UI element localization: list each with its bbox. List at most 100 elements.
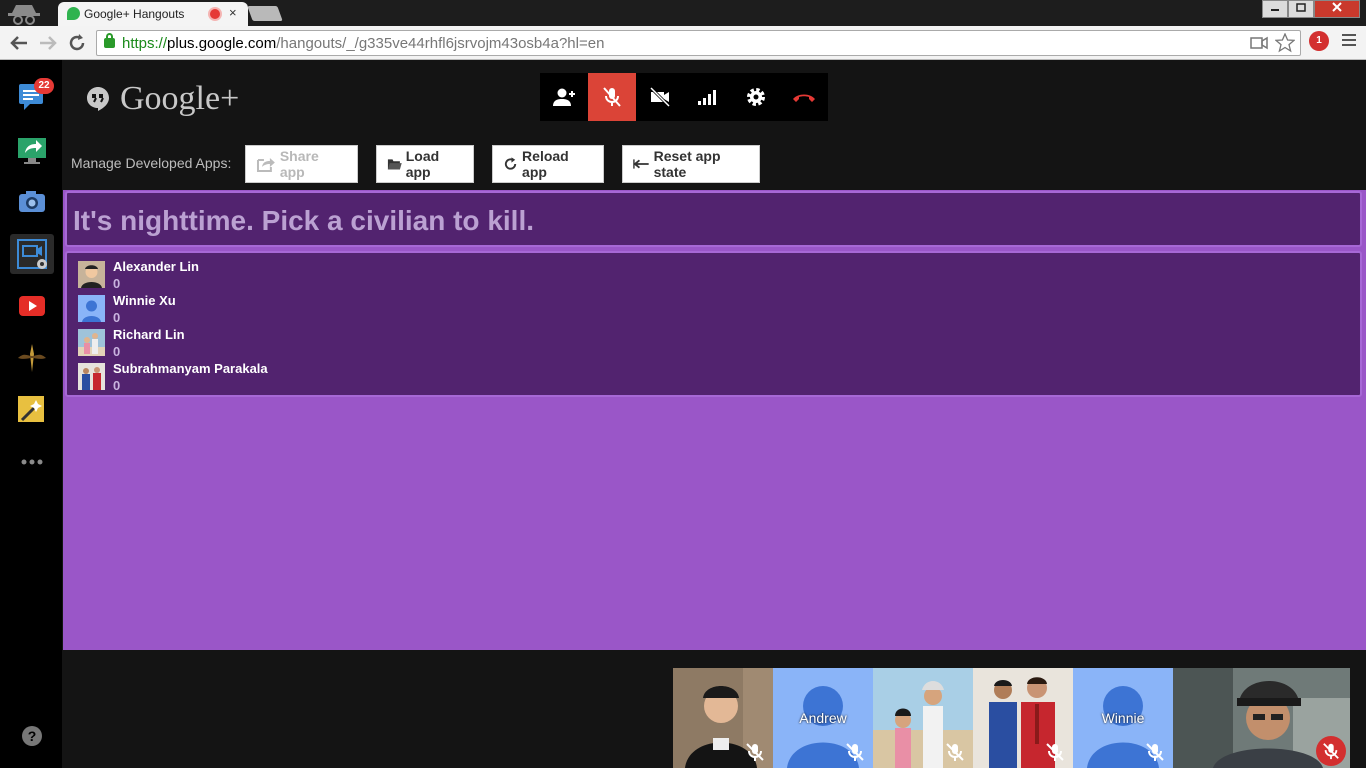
- maximize-icon: [1296, 3, 1306, 12]
- invite-people-button[interactable]: [540, 73, 588, 121]
- new-tab-button[interactable]: [247, 6, 283, 21]
- participant-tile[interactable]: [973, 668, 1073, 768]
- player-votes: 0: [113, 310, 121, 325]
- lock-icon: [104, 33, 115, 48]
- participant-muted-icon: [746, 743, 764, 761]
- player-votes: 0: [113, 378, 121, 393]
- load-app-label: Load app: [405, 148, 440, 180]
- url-text: https://plus.google.com/hangouts/_/g335v…: [122, 35, 604, 52]
- manage-apps-label: Manage Developed Apps:: [71, 155, 232, 171]
- maximize-button[interactable]: [1288, 0, 1314, 18]
- omnibox-icons: [1249, 33, 1295, 53]
- player-name: Alexander Lin: [113, 259, 199, 274]
- player-name: Richard Lin: [113, 327, 185, 342]
- close-window-button[interactable]: [1314, 0, 1360, 18]
- microphone-muted-icon: [603, 87, 621, 107]
- participant-name: Andrew: [799, 710, 847, 726]
- address-bar[interactable]: https://plus.google.com/hangouts/_/g335v…: [96, 30, 1301, 56]
- bandwidth-button[interactable]: [684, 73, 732, 121]
- share-app-label: Share app: [279, 148, 319, 180]
- chrome-menu-icon[interactable]: [1342, 34, 1356, 49]
- mustache-icon[interactable]: [16, 342, 48, 374]
- url-protocol: https://: [122, 35, 168, 52]
- minimize-icon: [1271, 9, 1279, 11]
- reset-arrow-icon: [633, 159, 649, 169]
- participant-muted-icon: [946, 743, 964, 761]
- extension-icon[interactable]: 1: [1309, 31, 1329, 51]
- mute-microphone-button[interactable]: [588, 73, 636, 121]
- forward-icon[interactable]: [37, 34, 59, 52]
- recording-indicator-icon: [210, 9, 220, 19]
- magic-effects-icon[interactable]: [16, 394, 48, 426]
- settings-icon: [747, 88, 765, 106]
- reload-app-button[interactable]: Reload app: [492, 145, 604, 183]
- svg-text:?: ?: [28, 728, 37, 744]
- close-icon: [1332, 2, 1342, 12]
- tab-close-icon[interactable]: ×: [229, 5, 237, 20]
- player-avatar: [78, 329, 105, 356]
- window-controls: [1262, 0, 1360, 18]
- participant-tile[interactable]: Andrew: [773, 668, 873, 768]
- browser-toolbar: https://plus.google.com/hangouts/_/g335v…: [0, 26, 1366, 60]
- camera-access-icon[interactable]: [1249, 33, 1269, 53]
- app-stage: It's nighttime. Pick a civilian to kill.…: [63, 190, 1366, 650]
- player-votes: 0: [113, 276, 121, 291]
- microphone-muted-icon: [1323, 743, 1339, 760]
- google-plus-logo: Google+: [86, 80, 239, 118]
- participant-muted-icon: [846, 743, 864, 761]
- share-icon: [256, 158, 275, 172]
- invite-people-icon: [553, 88, 575, 106]
- bandwidth-icon: [698, 90, 716, 105]
- browser-titlebar: Google+ Hangouts ×: [0, 0, 1366, 26]
- hang-up-button[interactable]: [780, 73, 828, 121]
- player-name: Winnie Xu: [113, 293, 176, 308]
- incognito-icon: [8, 5, 40, 25]
- participant-muted-icon: [1146, 743, 1164, 761]
- apps-sidebar: 22 ?: [0, 60, 62, 768]
- extension-badge: 1: [1316, 35, 1322, 46]
- participant-name: Winnie: [1101, 710, 1145, 726]
- self-muted-indicator: [1316, 736, 1346, 766]
- hang-up-icon: [793, 94, 815, 102]
- url-path: /hangouts/_/g335ve44rhfl6jsrvojm43osb4a?…: [276, 35, 605, 52]
- tab-title: Google+ Hangouts: [84, 7, 185, 21]
- game-heading: It's nighttime. Pick a civilian to kill.: [73, 205, 535, 236]
- back-icon[interactable]: [8, 34, 30, 52]
- reset-app-state-button[interactable]: Reset app state: [622, 145, 760, 183]
- help-icon[interactable]: ?: [16, 720, 48, 752]
- participant-muted-icon: [1046, 743, 1064, 761]
- settings-button[interactable]: [732, 73, 780, 121]
- browser-tab[interactable]: Google+ Hangouts ×: [58, 2, 248, 26]
- participant-tile[interactable]: Winnie: [1073, 668, 1173, 768]
- refresh-icon: [504, 157, 517, 170]
- url-host: plus.google.com: [167, 35, 277, 52]
- camera-off-icon: [649, 86, 671, 108]
- screenshare-icon[interactable]: [16, 134, 48, 166]
- camera-icon[interactable]: [16, 186, 48, 218]
- share-app-button[interactable]: Share app: [245, 145, 358, 183]
- more-icon[interactable]: [16, 446, 48, 478]
- youtube-icon[interactable]: [16, 290, 48, 322]
- participant-tile-self[interactable]: [1173, 668, 1350, 768]
- participant-tile[interactable]: [673, 668, 773, 768]
- hangouts-app: 22 ? Google+ Manage Developed Apps: Shar…: [0, 60, 1366, 768]
- reset-app-state-label: Reset app state: [653, 148, 721, 180]
- camera-off-button[interactable]: [636, 73, 684, 121]
- minimize-button[interactable]: [1262, 0, 1288, 18]
- reload-app-label: Reload app: [522, 148, 569, 180]
- folder-open-icon: [387, 159, 402, 170]
- reload-icon[interactable]: [66, 33, 88, 53]
- player-avatar: [78, 295, 105, 322]
- player-list: Alexander Lin 0 Winnie Xu 0 Richard Lin …: [65, 251, 1362, 397]
- logo-text: Google+: [120, 80, 240, 117]
- participant-tile[interactable]: [873, 668, 973, 768]
- player-votes: 0: [113, 344, 121, 359]
- load-app-button[interactable]: Load app: [376, 145, 474, 183]
- player-avatar: [78, 261, 105, 288]
- call-controls: [540, 73, 828, 121]
- game-heading-box: It's nighttime. Pick a civilian to kill.: [65, 191, 1362, 247]
- bookmark-star-icon[interactable]: [1275, 33, 1295, 53]
- participant-filmstrip: Andrew Winnie: [673, 668, 1350, 768]
- app-dev-icon[interactable]: [16, 238, 48, 270]
- chat-badge: 22: [34, 78, 54, 94]
